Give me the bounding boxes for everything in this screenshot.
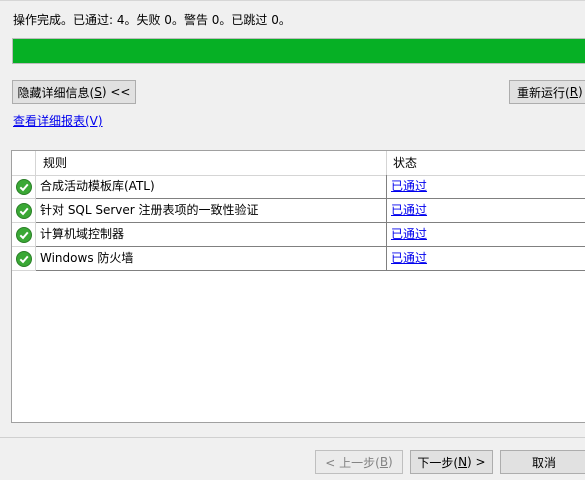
header-column-separator — [386, 151, 387, 175]
hide-details-button[interactable]: 隐藏详细信息(S) << — [12, 80, 136, 104]
status-cell: 已通过 — [387, 223, 585, 247]
status-cell: 已通过 — [387, 175, 585, 199]
rule-cell: Windows 防火墙 — [36, 247, 387, 271]
status-link[interactable]: 已通过 — [391, 251, 427, 265]
progress-fill — [13, 39, 585, 63]
table-row[interactable]: 计算机域控制器 已通过 — [12, 223, 585, 247]
check-circle-icon — [15, 226, 32, 243]
hide-details-label-suffix: ) << — [101, 85, 131, 99]
rules-table: 规则 状态 合成活动模板库(ATL) 已通过 针对 SQL Server 注册表… — [11, 150, 585, 423]
table-header: 规则 状态 — [12, 151, 585, 176]
table-body: 合成活动模板库(ATL) 已通过 针对 SQL Server 注册表项的一致性验… — [12, 175, 585, 271]
rerun-label-suffix: ) — [578, 85, 583, 99]
operation-summary: 操作完成。已通过: 4。失败 0。警告 0。已跳过 0。 — [13, 13, 291, 27]
top-divider — [0, 0, 585, 1]
check-circle-icon — [15, 178, 32, 195]
table-row[interactable]: 合成活动模板库(ATL) 已通过 — [12, 175, 585, 199]
cancel-button[interactable]: 取消 — [500, 450, 585, 474]
status-cell: 已通过 — [387, 199, 585, 223]
view-detailed-report-link[interactable]: 查看详细报表(V) — [13, 112, 103, 129]
rerun-label-prefix: 重新运行( — [517, 85, 570, 100]
header-icon-column — [12, 151, 36, 175]
previous-label-suffix: ) — [388, 455, 393, 469]
previous-label-prefix: < 上一步( — [325, 455, 380, 470]
status-link[interactable]: 已通过 — [391, 227, 427, 241]
footer-divider — [0, 437, 585, 438]
row-icon-cell — [12, 223, 36, 247]
row-icon-cell — [12, 199, 36, 223]
rule-cell: 计算机域控制器 — [36, 223, 387, 247]
check-circle-icon — [15, 202, 32, 219]
previous-button[interactable]: < 上一步(B) — [315, 450, 403, 474]
next-accesskey: N — [458, 455, 468, 469]
header-rule[interactable]: 规则 — [43, 151, 67, 175]
next-button[interactable]: 下一步(N) > — [410, 450, 493, 474]
progress-bar — [12, 38, 585, 64]
status-link[interactable]: 已通过 — [391, 203, 427, 217]
hide-details-label-prefix: 隐藏详细信息( — [17, 85, 95, 100]
rule-cell: 针对 SQL Server 注册表项的一致性验证 — [36, 199, 387, 223]
status-link[interactable]: 已通过 — [391, 179, 427, 193]
previous-accesskey: B — [379, 455, 389, 469]
row-icon-cell — [12, 247, 36, 271]
header-status[interactable]: 状态 — [393, 151, 417, 175]
next-label-prefix: 下一步( — [417, 455, 459, 470]
next-label-suffix: ) > — [467, 455, 486, 469]
row-icon-cell — [12, 175, 36, 199]
hide-details-accesskey: S — [94, 85, 102, 99]
rerun-accesskey: R — [569, 85, 579, 99]
rerun-button[interactable]: 重新运行(R) — [509, 80, 585, 104]
check-circle-icon — [15, 250, 32, 267]
table-row[interactable]: Windows 防火墙 已通过 — [12, 247, 585, 271]
status-cell: 已通过 — [387, 247, 585, 271]
rule-cell: 合成活动模板库(ATL) — [36, 175, 387, 199]
table-row[interactable]: 针对 SQL Server 注册表项的一致性验证 已通过 — [12, 199, 585, 223]
